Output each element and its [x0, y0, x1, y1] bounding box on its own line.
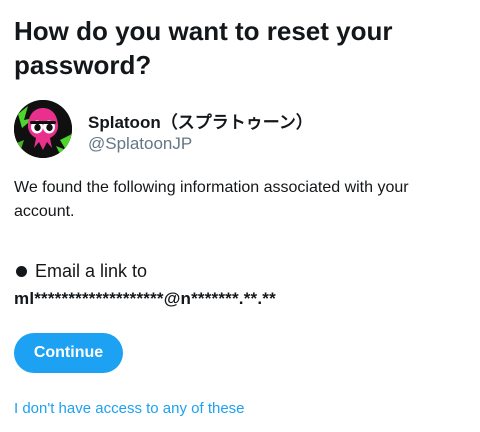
account-name: Splatoon（スプラトゥーン）: [88, 113, 313, 132]
account-profile: Splatoon（スプラトゥーン） @SplatoonJP: [14, 100, 466, 158]
squid-icon: [14, 100, 72, 158]
avatar: [14, 100, 72, 158]
account-handle: @SplatoonJP: [88, 134, 193, 153]
no-access-link[interactable]: I don't have access to any of these: [14, 400, 245, 417]
option-label: Email a link to: [35, 260, 148, 281]
option-row[interactable]: Email a link to: [14, 260, 466, 282]
continue-button[interactable]: Continue: [14, 333, 123, 373]
radio-selected-icon[interactable]: [16, 265, 27, 277]
reset-option-email[interactable]: Email a link to ml*******************@n*…: [14, 260, 466, 309]
masked-email: ml*******************@n*******.**.**: [14, 289, 276, 308]
info-message: We found the following information assoc…: [14, 179, 409, 220]
page-title: How do you want to reset your password?: [14, 16, 393, 80]
